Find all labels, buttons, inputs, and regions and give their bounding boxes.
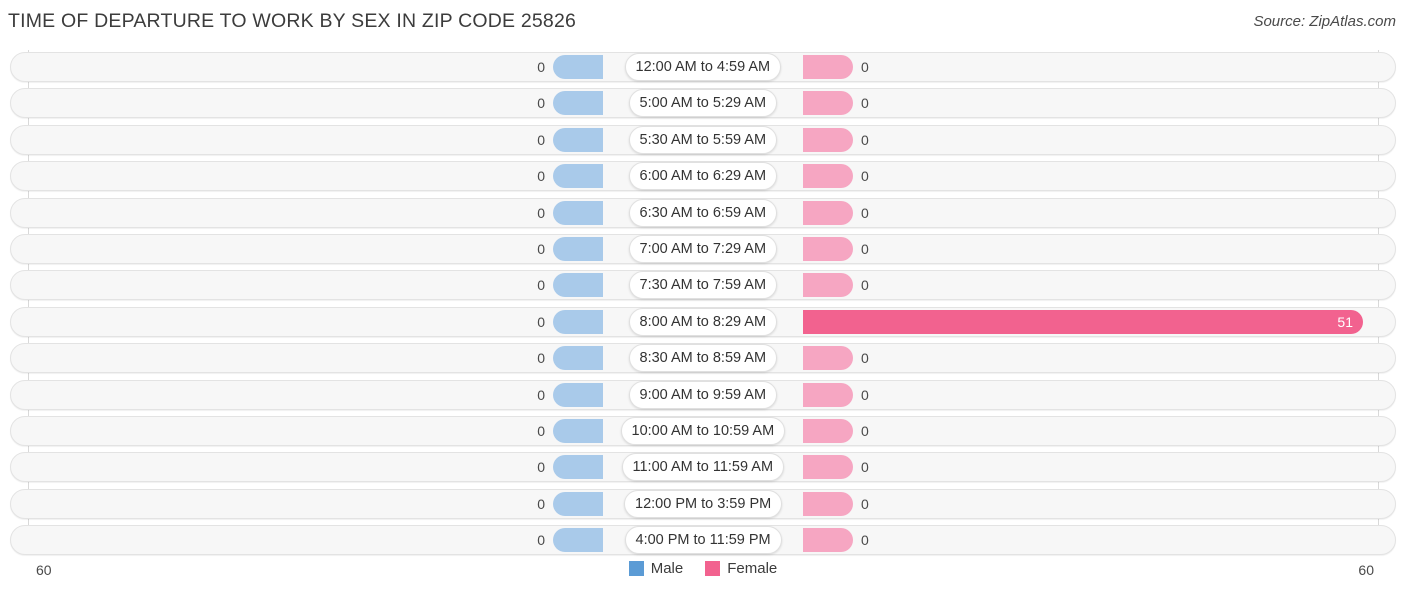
bar-female[interactable] [803,491,853,516]
bar-female[interactable] [803,309,1363,334]
value-male: 0 [537,95,545,112]
chart-legend: Male Female [0,560,1406,577]
bar-female[interactable] [803,528,853,553]
bar-male[interactable] [553,419,603,443]
bar-female[interactable] [803,382,853,407]
value-male: 0 [537,59,545,75]
table-row[interactable]: 0 0 10:00 AM to 10:59 AM [10,416,1396,446]
table-row[interactable]: 0 0 5:00 AM to 5:29 AM [10,88,1396,119]
row-label[interactable]: 8:30 AM to 8:59 AM [628,344,778,373]
bar-male[interactable] [553,455,603,480]
value-male: 0 [537,313,545,330]
bar-female[interactable] [803,91,853,116]
value-female: 0 [861,495,869,512]
value-male: 0 [537,459,545,476]
bar-female[interactable] [803,127,853,152]
bar-male[interactable] [553,91,603,116]
row-label[interactable]: 5:00 AM to 5:29 AM [628,89,778,118]
table-row[interactable]: 0 0 6:00 AM to 6:29 AM [10,161,1396,192]
chart-header: TIME OF DEPARTURE TO WORK BY SEX IN ZIP … [0,0,1406,46]
value-male: 0 [537,495,545,512]
bar-male[interactable] [553,55,603,79]
source-attribution: Source: ZipAtlas.com [1253,13,1396,30]
bar-female[interactable] [803,455,853,480]
row-label[interactable]: 9:00 AM to 9:59 AM [628,380,778,409]
legend-swatch-male-icon [628,561,644,576]
value-female: 0 [861,532,869,549]
value-female: 0 [861,59,869,75]
table-row[interactable]: 0 0 6:30 AM to 6:59 AM [10,197,1396,228]
row-label[interactable]: 12:00 AM to 4:59 AM [624,53,782,81]
legend-item-male[interactable]: Male [628,560,684,577]
bar-male[interactable] [553,346,603,371]
table-row[interactable]: 0 0 11:00 AM to 11:59 AM [10,452,1396,483]
value-male: 0 [537,386,545,403]
value-male: 0 [537,277,545,294]
table-row[interactable]: 0 0 12:00 AM to 4:59 AM [10,52,1396,82]
table-row[interactable]: 0 51 8:00 AM to 8:29 AM [10,306,1396,337]
table-row[interactable]: 0 0 9:00 AM to 9:59 AM [10,379,1396,410]
bar-male[interactable] [553,237,603,261]
bar-male[interactable] [553,127,603,152]
value-female: 51 [1337,313,1353,330]
page-title: TIME OF DEPARTURE TO WORK BY SEX IN ZIP … [8,10,577,32]
bar-female[interactable] [803,419,853,443]
value-female: 0 [861,350,869,367]
bar-female[interactable] [803,237,853,261]
chart-page: TIME OF DEPARTURE TO WORK BY SEX IN ZIP … [0,0,1406,595]
row-label[interactable]: 12:00 PM to 3:59 PM [624,489,783,518]
row-label[interactable]: 6:00 AM to 6:29 AM [628,162,778,191]
legend-label-male: Male [650,560,684,577]
value-female: 0 [861,168,869,185]
value-male: 0 [537,350,545,367]
bar-male[interactable] [553,200,603,225]
value-female: 0 [861,204,869,221]
bar-male[interactable] [553,309,603,334]
value-male: 0 [537,131,545,148]
row-label[interactable]: 4:00 PM to 11:59 PM [624,526,782,555]
bar-male[interactable] [553,164,603,189]
row-label[interactable]: 5:30 AM to 5:59 AM [628,125,778,154]
value-female: 0 [861,277,869,294]
bar-male[interactable] [553,273,603,298]
legend-swatch-female-icon [705,561,721,576]
legend-label-female: Female [727,560,778,577]
row-label[interactable]: 6:30 AM to 6:59 AM [628,198,778,227]
value-male: 0 [537,532,545,549]
bar-male[interactable] [553,491,603,516]
value-female: 0 [861,241,869,257]
value-female: 0 [861,423,869,439]
row-label[interactable]: 7:30 AM to 7:59 AM [628,271,778,300]
bar-female[interactable] [803,346,853,371]
value-male: 0 [537,204,545,221]
row-label[interactable]: 7:00 AM to 7:29 AM [628,235,778,263]
value-male: 0 [537,423,545,439]
table-row[interactable]: 0 0 4:00 PM to 11:59 PM [10,525,1396,556]
table-row[interactable]: 0 0 5:30 AM to 5:59 AM [10,124,1396,155]
bar-female[interactable] [803,200,853,225]
row-label[interactable]: 8:00 AM to 8:29 AM [628,307,778,336]
value-female: 0 [861,131,869,148]
bar-female[interactable] [803,273,853,298]
table-row[interactable]: 0 0 8:30 AM to 8:59 AM [10,343,1396,374]
bar-female[interactable] [803,164,853,189]
value-male: 0 [537,168,545,185]
bar-male[interactable] [553,528,603,553]
table-row[interactable]: 0 0 7:00 AM to 7:29 AM [10,234,1396,264]
value-male: 0 [537,241,545,257]
table-row[interactable]: 0 0 7:30 AM to 7:59 AM [10,270,1396,301]
bar-male[interactable] [553,382,603,407]
value-female: 0 [861,459,869,476]
value-female: 0 [861,95,869,112]
value-female: 0 [861,386,869,403]
bar-female[interactable] [803,55,853,79]
legend-item-female[interactable]: Female [705,560,777,577]
chart-footer: 60 60 Male Female [0,556,1406,595]
row-label[interactable]: 11:00 AM to 11:59 AM [621,453,785,482]
row-label[interactable]: 10:00 AM to 10:59 AM [620,417,786,445]
chart-plot-area: 0 0 12:00 AM to 4:59 AM 0 0 5:00 AM to 5:29 A… [0,46,1406,556]
table-row[interactable]: 0 0 12:00 PM to 3:59 PM [10,488,1396,519]
